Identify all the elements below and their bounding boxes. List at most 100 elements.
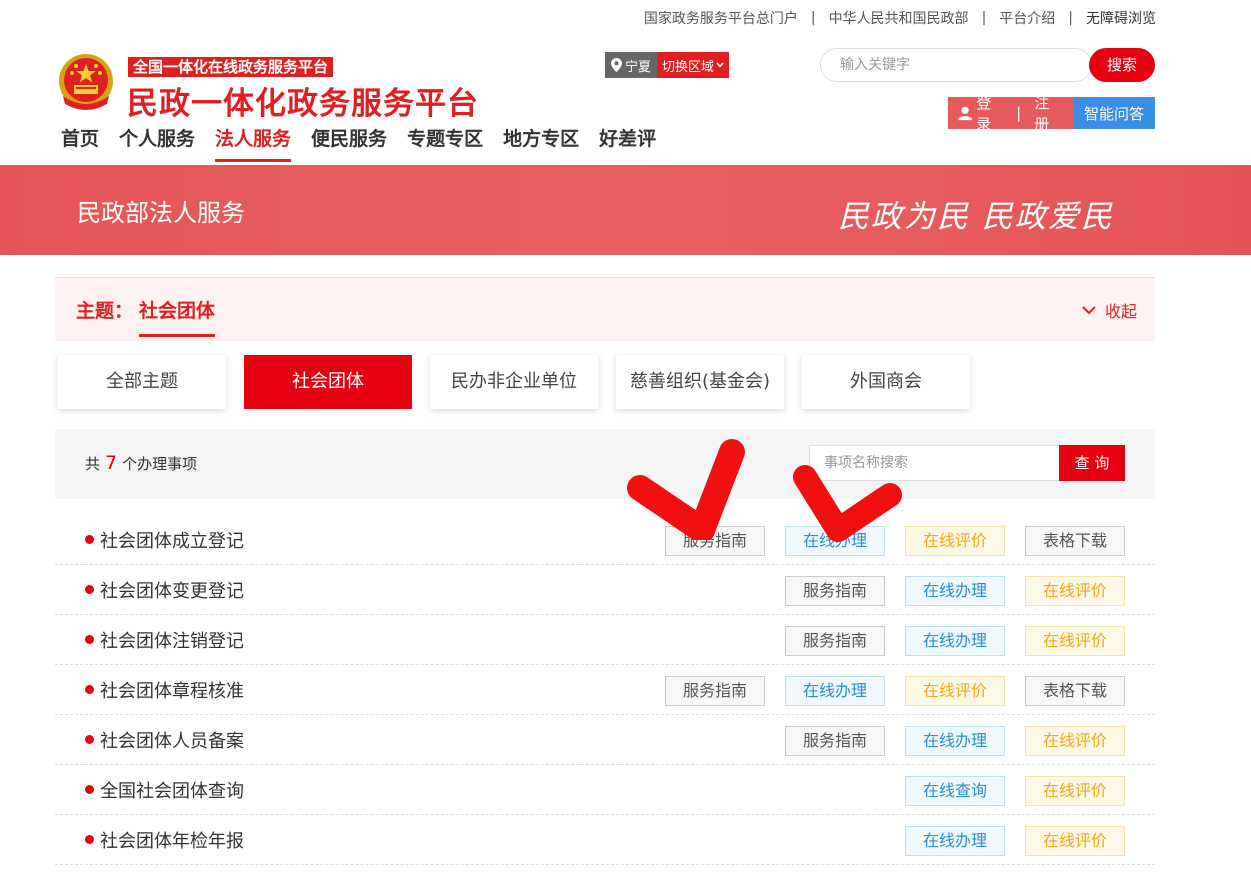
- count-number: 7: [105, 452, 118, 474]
- bullet-dot: [85, 835, 94, 844]
- collapse-toggle[interactable]: 收起: [1082, 298, 1137, 322]
- count-suffix: 个办理事项: [122, 455, 198, 473]
- top-link-accessibility[interactable]: 无障碍浏览: [1086, 8, 1156, 28]
- service-guide-button[interactable]: 服务指南: [785, 626, 885, 656]
- login-link[interactable]: 登录: [976, 92, 1003, 134]
- item-name[interactable]: 社会团体成立登记: [100, 527, 244, 553]
- bullet-dot: [85, 585, 94, 594]
- online-evaluate-button[interactable]: 在线评价: [1025, 776, 1125, 806]
- list-item: 社会团体变更登记 服务指南 在线办理 在线评价: [55, 565, 1155, 615]
- nav-local-zones[interactable]: 地方专区: [503, 124, 579, 162]
- online-evaluate-button[interactable]: 在线评价: [1025, 726, 1125, 756]
- query-button[interactable]: 查 询: [1059, 445, 1125, 481]
- tab-private-non-enterprise[interactable]: 民办非企业单位: [430, 355, 598, 409]
- online-evaluate-button[interactable]: 在线评价: [1025, 626, 1125, 656]
- online-query-button[interactable]: 在线查询: [905, 776, 1005, 806]
- online-evaluate-button[interactable]: 在线评价: [1025, 826, 1125, 856]
- service-guide-button[interactable]: 服务指南: [665, 676, 765, 706]
- item-name[interactable]: 社会团体变更登记: [100, 577, 244, 603]
- nav-legal-entity-services[interactable]: 法人服务: [215, 124, 292, 162]
- divider: |: [810, 10, 816, 26]
- platform-subtitle: 全国一体化在线政务服务平台: [128, 57, 334, 77]
- ai-qa-button[interactable]: 智能问答: [1073, 97, 1155, 129]
- banner-title: 民政部法人服务: [77, 199, 245, 227]
- bullet-dot: [85, 535, 94, 544]
- bullet-dot: [85, 685, 94, 694]
- divider: |: [1016, 104, 1022, 122]
- user-icon: [958, 106, 973, 121]
- top-link-gov-portal[interactable]: 国家政务服务平台总门户: [644, 8, 798, 28]
- online-handle-button[interactable]: 在线办理: [905, 826, 1005, 856]
- theme-bar: 主题： 社会团体 收起: [55, 277, 1155, 341]
- page-banner: 民政部法人服务 民政为民 民政爱民: [0, 165, 1251, 255]
- site-title[interactable]: 民政一体化政务服务平台: [127, 78, 479, 123]
- count-prefix: 共: [85, 455, 101, 473]
- filter-bar: 共 7 个办理事项 事项名称搜索 查 询: [55, 429, 1155, 499]
- item-name[interactable]: 全国社会团体查询: [100, 777, 244, 803]
- search-button[interactable]: 搜索: [1089, 48, 1155, 82]
- register-link[interactable]: 注册: [1034, 92, 1061, 134]
- item-name[interactable]: 社会团体人员备案: [100, 727, 244, 753]
- banner-slogan: 民政为民 民政爱民: [838, 199, 1114, 235]
- nav-home[interactable]: 首页: [61, 124, 99, 162]
- form-download-button[interactable]: 表格下载: [1025, 526, 1125, 556]
- theme-label: 主题：: [76, 300, 134, 322]
- list-item: 社会团体章程核准 服务指南 在线办理 在线评价 表格下载: [55, 665, 1155, 715]
- form-download-button[interactable]: 表格下载: [1025, 676, 1125, 706]
- item-name[interactable]: 社会团体年检年报: [100, 827, 244, 853]
- top-link-ministry[interactable]: 中华人民共和国民政部: [829, 8, 969, 28]
- theme-value: 社会团体: [139, 296, 216, 337]
- top-links: 国家政务服务平台总门户 | 中华人民共和国民政部 | 平台介绍 | 无障碍浏览: [644, 8, 1156, 28]
- online-handle-button[interactable]: 在线办理: [905, 726, 1005, 756]
- item-search-input[interactable]: 事项名称搜索: [809, 445, 1061, 481]
- online-handle-button[interactable]: 在线办理: [905, 626, 1005, 656]
- divider: |: [981, 10, 987, 26]
- service-guide-button[interactable]: 服务指南: [665, 526, 765, 556]
- chevron-down-icon: [716, 62, 724, 68]
- service-guide-button[interactable]: 服务指南: [785, 726, 885, 756]
- item-count: 共 7 个办理事项: [85, 452, 197, 474]
- list-item: 社会团体成立登记 服务指南 在线办理 在线评价 表格下载: [55, 515, 1155, 565]
- current-region: 宁夏: [605, 52, 658, 78]
- collapse-label: 收起: [1104, 302, 1137, 321]
- top-link-platform-intro[interactable]: 平台介绍: [999, 8, 1055, 28]
- online-evaluate-button[interactable]: 在线评价: [905, 676, 1005, 706]
- service-guide-button[interactable]: 服务指南: [785, 576, 885, 606]
- tab-social-groups[interactable]: 社会团体: [244, 355, 412, 409]
- item-name[interactable]: 社会团体章程核准: [100, 677, 244, 703]
- tab-foreign-chambers[interactable]: 外国商会: [802, 355, 970, 409]
- list-item: 社会团体人员备案 服务指南 在线办理 在线评价: [55, 715, 1155, 765]
- search-input[interactable]: 输入关键字: [820, 48, 1092, 82]
- bullet-dot: [85, 735, 94, 744]
- chevron-down-icon: [1082, 305, 1096, 314]
- region-selector[interactable]: 宁夏 切换区域: [605, 52, 730, 78]
- region-name: 宁夏: [625, 59, 652, 75]
- main-nav: 首页 个人服务 法人服务 便民服务 专题专区 地方专区 好差评: [61, 124, 676, 162]
- nav-personal-services[interactable]: 个人服务: [119, 124, 195, 162]
- switch-region-button[interactable]: 切换区域: [657, 52, 730, 78]
- online-evaluate-button[interactable]: 在线评价: [1025, 576, 1125, 606]
- switch-region-label: 切换区域: [662, 59, 715, 75]
- login-register-group: 登录 | 注册: [948, 94, 1073, 133]
- divider: |: [1068, 10, 1073, 26]
- bullet-dot: [85, 635, 94, 644]
- national-emblem-logo: [55, 52, 117, 114]
- nav-special-topics[interactable]: 专题专区: [407, 124, 483, 162]
- service-item-list: 社会团体成立登记 服务指南 在线办理 在线评价 表格下载 社会团体变更登记 服务…: [55, 515, 1155, 865]
- theme-tabs: 全部主题 社会团体 民办非企业单位 慈善组织(基金会) 外国商会: [58, 355, 970, 409]
- nav-feedback[interactable]: 好差评: [599, 124, 656, 162]
- online-handle-button[interactable]: 在线办理: [905, 576, 1005, 606]
- nav-convenience-services[interactable]: 便民服务: [311, 124, 387, 162]
- list-item: 全国社会团体查询 在线查询 在线评价: [55, 765, 1155, 815]
- online-evaluate-button[interactable]: 在线评价: [905, 526, 1005, 556]
- list-item: 社会团体年检年报 在线办理 在线评价: [55, 815, 1155, 865]
- login-bar: 登录 | 注册 智能问答: [948, 94, 1155, 133]
- tab-charity-foundations[interactable]: 慈善组织(基金会): [616, 355, 784, 409]
- location-pin-icon: [611, 58, 622, 72]
- bullet-dot: [85, 785, 94, 794]
- online-handle-button[interactable]: 在线办理: [785, 676, 885, 706]
- list-item: 社会团体注销登记 服务指南 在线办理 在线评价: [55, 615, 1155, 665]
- tab-all-themes[interactable]: 全部主题: [58, 355, 226, 409]
- item-name[interactable]: 社会团体注销登记: [100, 627, 244, 653]
- online-handle-button[interactable]: 在线办理: [785, 526, 885, 556]
